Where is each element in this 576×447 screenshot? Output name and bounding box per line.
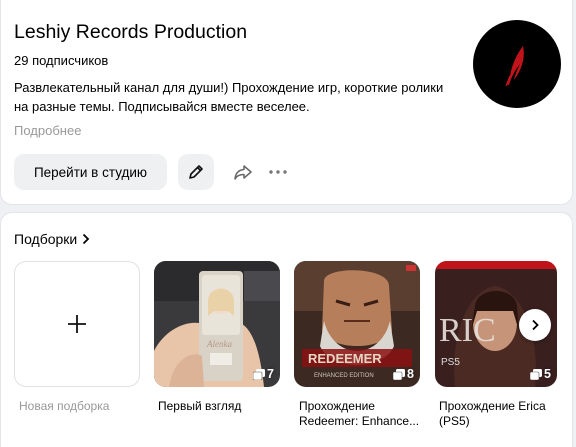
channel-avatar[interactable] (473, 20, 561, 108)
share-button[interactable] (225, 154, 261, 190)
collections-card: Подборки Новая подборка Alenka 7 Первый … (0, 212, 573, 447)
more-dots-icon (269, 170, 287, 174)
svg-text:RIC: RIC (439, 312, 496, 349)
share-arrow-icon (234, 165, 252, 180)
video-count-badge: 5 (530, 367, 551, 381)
video-count-badge: 8 (393, 367, 414, 381)
edit-button[interactable] (178, 154, 214, 190)
chevron-right-icon (532, 319, 539, 331)
more-link[interactable]: Подробнее (14, 123, 81, 139)
feather-logo-icon (505, 46, 524, 87)
collections-header[interactable]: Подборки (14, 230, 91, 248)
pencil-icon (189, 165, 203, 179)
more-options-button[interactable] (260, 154, 296, 190)
chevron-right-icon (83, 233, 90, 245)
carousel-next-button[interactable] (519, 309, 551, 341)
playlist-icon (530, 368, 543, 380)
plus-icon (68, 315, 86, 333)
collections-title: Подборки (14, 231, 78, 247)
svg-text:REDEEMER: REDEEMER (308, 351, 382, 366)
collection-label: Прохождение Erica (PS5) (439, 399, 546, 428)
playlist-icon (253, 368, 266, 380)
go-to-studio-button[interactable]: Перейти в студию (14, 154, 167, 190)
channel-title: Leshiy Records Production (14, 21, 248, 43)
svg-text:Alenka: Alenka (206, 339, 232, 349)
collection-thumbnail-first-look[interactable]: Alenka 7 (154, 261, 280, 387)
new-collection-label: Новая подборка (19, 399, 110, 413)
channel-description: Развлекательный канал для души!) Прохожд… (14, 80, 444, 114)
channel-card: Leshiy Records Production 29 подписчиков… (0, 0, 573, 205)
collection-label: Первый взгляд (158, 399, 242, 413)
svg-text:ENHANCED EDITION: ENHANCED EDITION (314, 373, 374, 379)
collection-label: Прохождение Redeemer: Enhance... (299, 399, 420, 428)
new-collection-tile[interactable] (14, 261, 140, 387)
subscriber-count: 29 подписчиков (14, 53, 109, 68)
video-count-badge: 7 (253, 367, 274, 381)
svg-text:PS5: PS5 (441, 357, 460, 368)
playlist-icon (393, 368, 406, 380)
collection-thumbnail-redeemer[interactable]: REDEEMER ENHANCED EDITION 8 (294, 261, 420, 387)
